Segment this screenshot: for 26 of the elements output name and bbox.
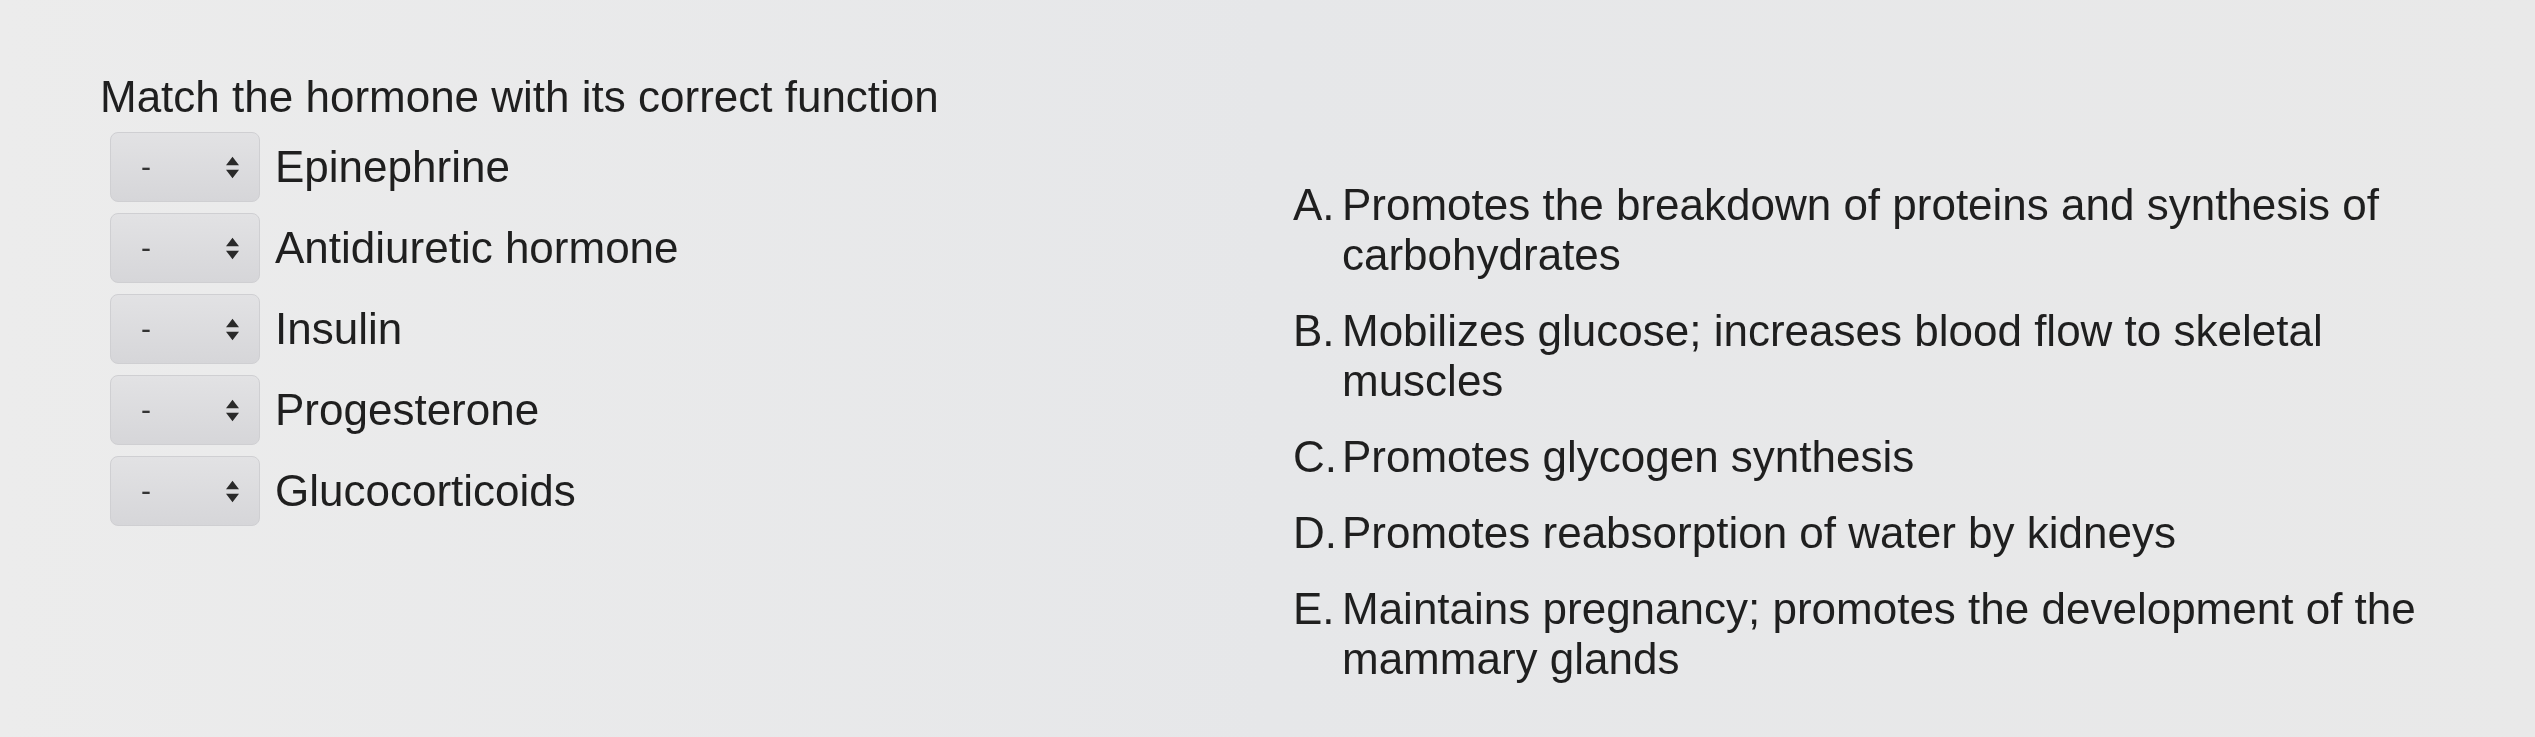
question-title: Match the hormone with its correct function [100, 72, 939, 122]
option-letter: C. [1293, 432, 1338, 482]
hormone-label: Progesterone [275, 385, 540, 435]
up-down-arrows-icon [226, 317, 239, 341]
hormone-label: Epinephrine [275, 142, 510, 192]
option-text: Promotes the breakdown of proteins and synthesis of carbohydrates [1342, 180, 2381, 280]
option-text: Promotes glycogen synthesis [1342, 432, 1916, 482]
answer-dropdown[interactable]: - [110, 132, 260, 202]
answer-dropdown[interactable]: - [110, 375, 260, 445]
up-down-arrows-icon [226, 479, 239, 503]
option-text: Maintains pregnancy; promotes the development of the mammary glands [1342, 584, 2417, 684]
up-down-arrows-icon [226, 236, 239, 260]
hormone-label: Glucocorticoids [275, 466, 576, 516]
option-letter: E. [1293, 584, 1336, 634]
answer-dropdown[interactable]: - [110, 294, 260, 364]
option-letter: A. [1293, 180, 1336, 230]
option-text: Promotes reabsorption of water by kidneys [1342, 508, 2177, 558]
answer-dropdown[interactable]: - [110, 213, 260, 283]
option-letter: B. [1293, 306, 1336, 356]
answer-dropdown[interactable]: - [110, 456, 260, 526]
option-text: Mobilizes glucose; increases blood flow to skeletal muscles [1342, 306, 2324, 406]
up-down-arrows-icon [226, 398, 239, 422]
option-letter: D. [1293, 508, 1338, 558]
up-down-arrows-icon [226, 155, 239, 179]
hormone-label: Insulin [275, 304, 403, 354]
hormone-label: Antidiuretic hormone [275, 223, 679, 273]
